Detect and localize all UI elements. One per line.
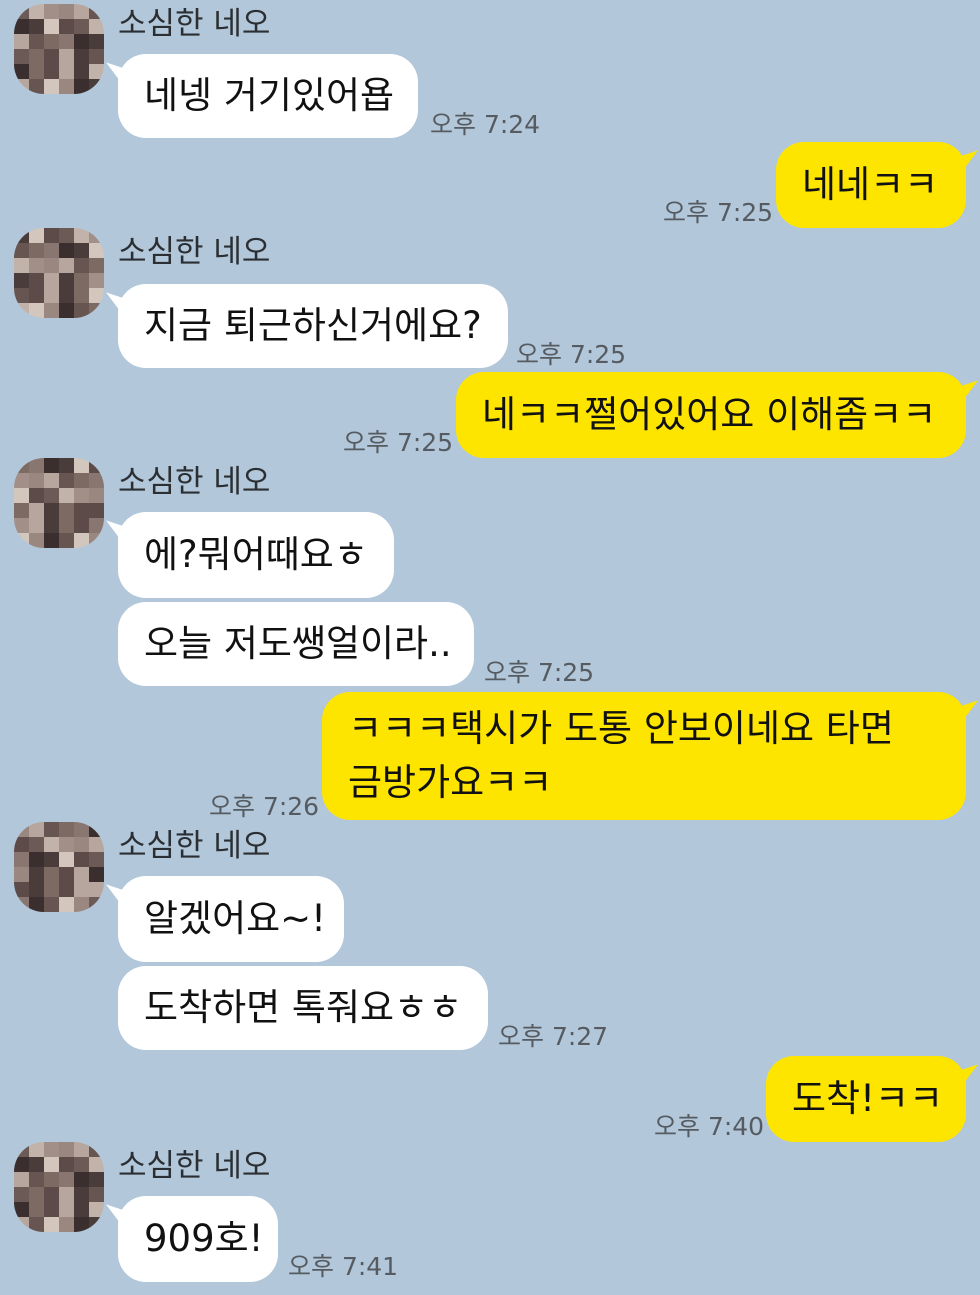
- message-time: 오후 7:41: [288, 1252, 399, 1281]
- message-incoming[interactable]: 909호!: [118, 1196, 278, 1282]
- message-time: 오후 7:25: [663, 198, 774, 227]
- contact-name: 소심한 네오: [118, 6, 271, 42]
- contact-name: 소심한 네오: [118, 464, 271, 500]
- message-time: 오후 7:40: [654, 1112, 765, 1141]
- message-line: ㅋㅋㅋ택시가 도통 안보이네요 타면: [348, 707, 894, 750]
- message-time: 오후 7:27: [498, 1022, 609, 1051]
- message-time: 오후 7:25: [484, 658, 595, 687]
- contact-avatar[interactable]: [14, 822, 104, 912]
- message-incoming[interactable]: 도착하면 톡줘요ㅎㅎ: [118, 966, 488, 1050]
- contact-name: 소심한 네오: [118, 234, 271, 270]
- contact-avatar[interactable]: [14, 1142, 104, 1232]
- contact-avatar[interactable]: [14, 228, 104, 318]
- message-incoming[interactable]: 네넹 거기있어욥: [118, 54, 418, 138]
- message-time: 오후 7:25: [343, 428, 454, 457]
- contact-name: 소심한 네오: [118, 1148, 271, 1184]
- contact-avatar[interactable]: [14, 4, 104, 94]
- message-time: 오후 7:24: [430, 110, 541, 139]
- contact-avatar[interactable]: [14, 458, 104, 548]
- message-time: 오후 7:26: [209, 792, 320, 821]
- contact-name: 소심한 네오: [118, 828, 271, 864]
- message-line: 금방가요ㅋㅋ: [348, 761, 553, 804]
- message-outgoing[interactable]: 도착!ㅋㅋ: [766, 1056, 966, 1142]
- message-time: 오후 7:25: [516, 340, 627, 369]
- message-incoming[interactable]: 알겠어요~!: [118, 876, 344, 962]
- message-outgoing[interactable]: 네네ㅋㅋ: [776, 142, 966, 228]
- message-outgoing[interactable]: 네ㅋㅋ쩔어있어요 이해좀ㅋㅋ: [456, 372, 966, 458]
- chat-room[interactable]: 소심한 네오 네넹 거기있어욥 오후 7:24 네네ㅋㅋ 오후 7:25 소심한…: [0, 0, 980, 1295]
- message-incoming[interactable]: 에?뭐어때요ㅎ: [118, 512, 394, 598]
- message-incoming[interactable]: 오늘 저도쌩얼이라..: [118, 602, 474, 686]
- message-outgoing[interactable]: ㅋㅋㅋ택시가 도통 안보이네요 타면 금방가요ㅋㅋ: [322, 692, 966, 820]
- message-incoming[interactable]: 지금 퇴근하신거에요?: [118, 284, 508, 368]
